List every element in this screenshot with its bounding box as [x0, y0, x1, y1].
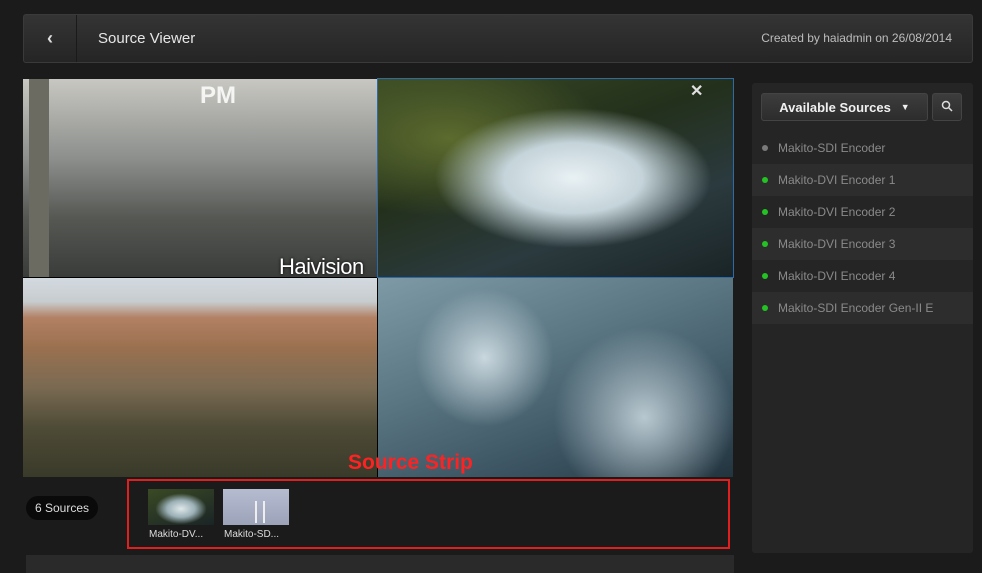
- status-dot-icon: [762, 241, 768, 247]
- status-dot-icon: [762, 209, 768, 215]
- status-dot-icon: [762, 145, 768, 151]
- caret-down-icon: ▼: [900, 102, 910, 112]
- source-name: Makito-DVI Encoder 4: [778, 269, 896, 283]
- video-grid: Haivision: [23, 78, 734, 477]
- windmill-shape: [255, 501, 257, 523]
- bottom-toolbar: [26, 555, 734, 573]
- source-item[interactable]: Makito-DVI Encoder 3: [752, 228, 973, 260]
- source-name: Makito-DVI Encoder 1: [778, 173, 896, 187]
- sources-panel: Available Sources ▼ Makito-SDI Encoder M…: [752, 83, 973, 553]
- search-button[interactable]: [932, 93, 962, 121]
- source-name: Makito-DVI Encoder 3: [778, 237, 896, 251]
- video-tile-4[interactable]: [378, 278, 733, 477]
- close-icon[interactable]: ✕: [690, 81, 703, 101]
- sources-count-badge: 6 Sources: [26, 496, 98, 520]
- sign-text: PM: [200, 82, 236, 109]
- source-item[interactable]: Makito-DVI Encoder 1: [752, 164, 973, 196]
- status-dot-icon: [762, 305, 768, 311]
- source-item[interactable]: Makito-DVI Encoder 2: [752, 196, 973, 228]
- video-tile-2[interactable]: [377, 78, 734, 278]
- page-title: Source Viewer: [98, 30, 196, 47]
- back-button[interactable]: ‹: [24, 15, 77, 62]
- status-dot-icon: [762, 273, 768, 279]
- status-dot-icon: [762, 177, 768, 183]
- created-info: Created by haiadmin on 26/08/2014: [761, 31, 952, 45]
- windmill-shape: [263, 501, 265, 523]
- source-name: Makito-DVI Encoder 2: [778, 205, 896, 219]
- source-strip-annotation: Source Strip: [348, 451, 473, 474]
- source-thumbnail-2[interactable]: [223, 489, 289, 525]
- video-tile-3[interactable]: [23, 278, 377, 477]
- source-item[interactable]: Makito-DVI Encoder 4: [752, 260, 973, 292]
- thumbnail-label-1: Makito-DV...: [149, 529, 204, 540]
- search-icon: [941, 100, 953, 115]
- haivision-watermark: Haivision: [279, 254, 364, 279]
- header-bar: ‹ Source Viewer Created by haiadmin on 2…: [23, 14, 973, 63]
- source-item[interactable]: Makito-SDI Encoder Gen-II E: [752, 292, 973, 324]
- available-sources-dropdown[interactable]: Available Sources ▼: [761, 93, 928, 121]
- source-item[interactable]: Makito-SDI Encoder: [752, 132, 973, 164]
- available-sources-label: Available Sources: [779, 99, 891, 115]
- source-thumbnail-1[interactable]: [148, 489, 214, 525]
- source-name: Makito-SDI Encoder Gen-II E: [778, 301, 934, 315]
- source-list: Makito-SDI Encoder Makito-DVI Encoder 1 …: [752, 132, 973, 324]
- source-name: Makito-SDI Encoder: [778, 141, 886, 155]
- thumbnail-label-2: Makito-SD...: [224, 529, 280, 540]
- chevron-left-icon: ‹: [47, 28, 53, 48]
- source-strip: Makito-DV... Makito-SD...: [127, 479, 730, 549]
